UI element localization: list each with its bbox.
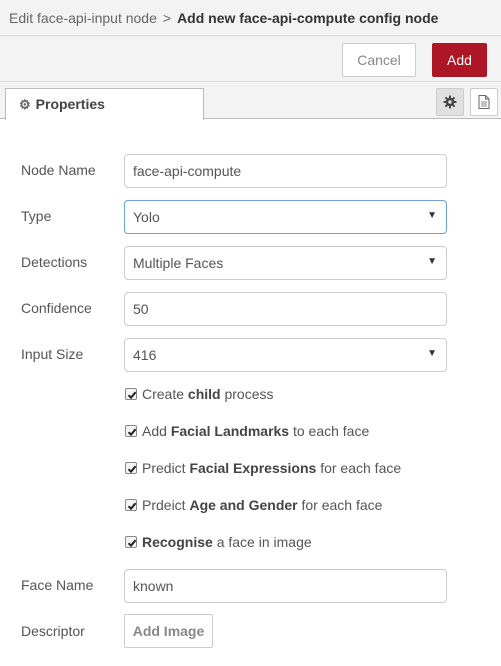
description-tab-button[interactable]	[470, 88, 498, 116]
facial-landmarks-checkbox[interactable]	[125, 425, 137, 437]
checkmark-icon	[127, 502, 137, 511]
create-child-process-option: Create child process	[125, 386, 274, 402]
age-gender-checkbox[interactable]	[125, 499, 137, 511]
input-size-value: 416	[133, 347, 157, 363]
add-button[interactable]: Add	[432, 43, 487, 77]
caret-down-icon: ▼	[427, 210, 437, 221]
descriptor-label: Descriptor	[21, 623, 85, 639]
checkbox-label: Recognise a face in image	[142, 534, 312, 550]
detections-value: Multiple Faces	[133, 255, 224, 271]
detections-label: Detections	[21, 254, 88, 270]
create-child-process-checkbox[interactable]	[125, 388, 137, 400]
checkbox-label: Add Facial Landmarks to each face	[142, 423, 370, 439]
input-size-select[interactable]: 416 ▼	[124, 338, 447, 372]
breadcrumb-separator: >	[162, 10, 172, 26]
type-value: Yolo	[133, 209, 160, 225]
detections-select[interactable]: Multiple Faces ▼	[124, 246, 447, 280]
checkmark-icon	[127, 391, 137, 400]
checkbox-label: Prdeict Age and Gender for each face	[142, 497, 383, 513]
type-select[interactable]: Yolo ▼	[124, 200, 447, 234]
tab-properties[interactable]: ⚙ Properties	[5, 88, 204, 120]
tab-properties-label: Properties	[35, 96, 105, 112]
checkmark-icon	[127, 465, 137, 474]
input-size-label: Input Size	[21, 346, 84, 362]
checkmark-icon	[127, 428, 137, 437]
breadcrumb-parent[interactable]: Edit face-api-input node	[9, 10, 157, 26]
checkbox-label: Create child process	[142, 386, 274, 402]
settings-tab-button[interactable]	[436, 88, 464, 116]
dialog-toolbar: Cancel Add	[0, 36, 501, 82]
facial-expressions-option: Predict Facial Expressions for each face	[125, 460, 401, 476]
caret-down-icon: ▼	[427, 256, 437, 267]
confidence-label: Confidence	[21, 300, 92, 316]
dialog-title: Edit face-api-input node > Add new face-ap…	[0, 0, 501, 36]
face-name-label: Face Name	[21, 577, 94, 593]
face-name-input[interactable]: known	[124, 569, 447, 603]
gear-icon	[443, 95, 457, 109]
facial-landmarks-option: Add Facial Landmarks to each face	[125, 423, 369, 439]
confidence-input[interactable]: 50	[124, 292, 447, 326]
node-name-label: Node Name	[21, 162, 96, 178]
breadcrumb-current: Add new face-api-compute config node	[177, 10, 439, 26]
tab-strip: ⚙ Properties	[0, 82, 501, 120]
gear-icon: ⚙	[19, 97, 31, 112]
age-gender-option: Prdeict Age and Gender for each face	[125, 497, 382, 513]
recognise-face-checkbox[interactable]	[125, 536, 137, 548]
recognise-face-option: Recognise a face in image	[125, 534, 312, 550]
type-label: Type	[21, 208, 52, 224]
node-name-value: face-api-compute	[133, 163, 242, 179]
confidence-value: 50	[133, 301, 149, 317]
facial-expressions-checkbox[interactable]	[125, 462, 137, 474]
cancel-button[interactable]: Cancel	[342, 43, 416, 77]
caret-down-icon: ▼	[427, 348, 437, 359]
document-icon	[478, 95, 490, 109]
checkbox-label: Predict Facial Expressions for each face	[142, 460, 402, 476]
add-image-button[interactable]: Add Image	[124, 614, 213, 648]
node-name-input[interactable]: face-api-compute	[124, 154, 447, 188]
checkmark-icon	[127, 539, 137, 548]
face-name-value: known	[133, 578, 174, 594]
